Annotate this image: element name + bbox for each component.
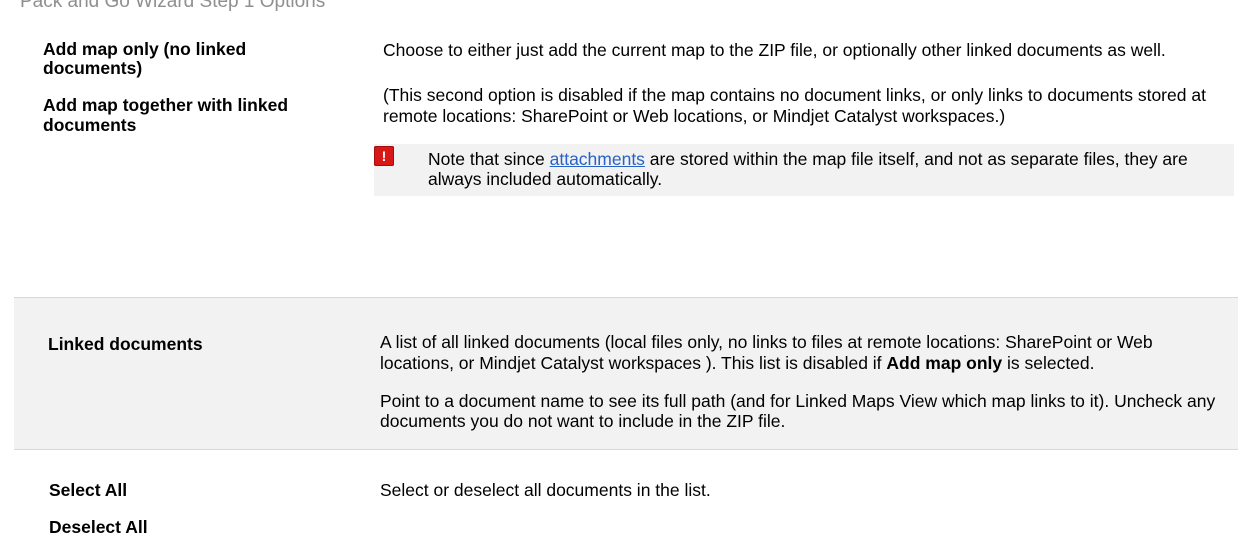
option-term-add-map-with-docs: Add map together with linked documents	[43, 95, 289, 135]
option-term-linked-documents: Linked documents	[48, 334, 203, 354]
option-term-select-all: Select All	[49, 479, 128, 500]
option-description-cell: Select or deselect all documents in the …	[347, 450, 1238, 555]
option-term-add-map-only: Add map only (no linked documents)	[43, 38, 247, 78]
option-term-deselect-all: Deselect All	[49, 516, 148, 537]
description-paragraph: Choose to either just add the current ma…	[383, 39, 1166, 60]
description-paragraph: Point to a document name to see its full…	[380, 390, 1216, 432]
description-bold-text: Add map only	[886, 352, 1003, 373]
exclamation-warning-icon: !	[374, 145, 394, 166]
attachments-link[interactable]: attachments	[550, 149, 645, 169]
table-row: Linked documents A list of all linked do…	[14, 297, 1238, 450]
option-description-cell: Choose to either just add the current ma…	[347, 10, 1238, 298]
description-paragraph: A list of all linked documents (local fi…	[380, 332, 1228, 373]
options-table: Add map only (no linked documents) Add m…	[14, 10, 1238, 555]
description-paragraph: (This second option is disabled if the m…	[383, 85, 1206, 126]
option-terms-cell: Linked documents	[14, 297, 347, 450]
note-box: ! Note that since attachments are stored…	[374, 143, 1234, 196]
table-row: Select All Deselect All Select or desele…	[14, 450, 1238, 555]
option-terms-cell: Select All Deselect All	[14, 450, 347, 555]
table-row: Add map only (no linked documents) Add m…	[14, 10, 1238, 298]
description-paragraph: Select or deselect all documents in the …	[380, 479, 711, 500]
description-text: is selected.	[1002, 352, 1095, 373]
option-description-cell: A list of all linked documents (local fi…	[347, 297, 1238, 450]
note-text-before: Note that since	[428, 148, 550, 169]
option-terms-cell: Add map only (no linked documents) Add m…	[14, 10, 347, 298]
